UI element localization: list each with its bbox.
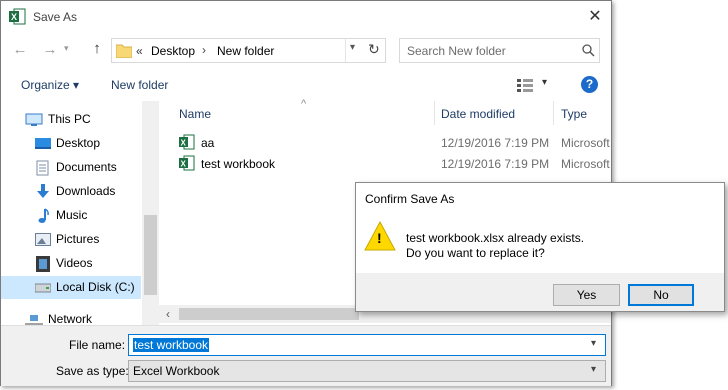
file-name-input[interactable]: test workbook ▾: [128, 334, 606, 356]
recent-locations-chevron-icon[interactable]: ▾: [64, 43, 69, 54]
sidebar-item-label: Local Disk (C:): [56, 280, 135, 294]
address-bar[interactable]: « Desktop › New folder ▾ ↻: [111, 38, 386, 63]
breadcrumb-new-folder[interactable]: New folder: [217, 44, 274, 58]
confirm-save-as-dialog: Confirm Save As ! test workbook.xlsx alr…: [355, 182, 725, 312]
forward-arrow-icon[interactable]: →: [41, 41, 59, 58]
sidebar-item-videos[interactable]: Videos: [1, 252, 141, 275]
file-name: aa: [201, 136, 215, 150]
sidebar-item-label: Downloads: [56, 184, 116, 198]
search-input[interactable]: Search New folder: [407, 44, 506, 58]
sidebar-item-label: This PC: [48, 112, 91, 126]
toolbar: Organize ▾ New folder ▾ ?: [1, 71, 611, 101]
address-dropdown-icon[interactable]: ▾: [350, 42, 355, 53]
save-form: File name: test workbook ▾ Save as type:…: [1, 325, 611, 386]
sidebar-item-label: Videos: [56, 256, 93, 270]
save-as-type-value: Excel Workbook: [133, 364, 220, 378]
refresh-icon[interactable]: ↻: [368, 41, 380, 58]
sidebar-scrollbar[interactable]: [142, 101, 159, 325]
horizontal-scrollbar-thumb[interactable]: [179, 308, 359, 320]
warning-icon-glyph: !: [377, 230, 382, 246]
svg-text:X: X: [11, 12, 17, 22]
sidebar-item-label: Pictures: [56, 232, 100, 246]
file-date: 12/19/2016 7:19 PM: [441, 157, 550, 171]
save-as-type-dropdown-icon[interactable]: ▾: [591, 364, 596, 375]
disk-icon: [35, 283, 51, 293]
search-box[interactable]: Search New folder: [399, 38, 600, 63]
sidebar-item-downloads[interactable]: Downloads: [1, 180, 141, 203]
pictures-icon: [35, 233, 51, 246]
file-name-dropdown-icon[interactable]: ▾: [591, 338, 596, 349]
network-icon: [25, 315, 43, 325]
file-type: Microsoft: [561, 157, 610, 171]
sidebar-item-label: Network: [48, 312, 93, 325]
file-date: 12/19/2016 7:19 PM: [441, 136, 550, 150]
sidebar-item-label: Documents: [56, 160, 117, 174]
column-type[interactable]: Type: [561, 107, 587, 125]
file-row[interactable]: X aa 12/19/2016 7:19 PM Microsoft: [179, 133, 611, 155]
sidebar-item-music[interactable]: Music: [1, 204, 141, 227]
sidebar-item-pictures[interactable]: Pictures: [1, 228, 141, 251]
sort-ascending-icon: ^: [301, 98, 307, 110]
title-bar: X Save As ✕: [1, 1, 611, 33]
excel-file-icon: X: [179, 155, 195, 171]
navigation-pane: This PC Desktop Documents Downloads Musi…: [1, 101, 159, 325]
music-icon: [38, 208, 49, 223]
file-name-label: File name:: [69, 338, 126, 352]
yes-button[interactable]: Yes: [553, 284, 620, 306]
search-icon[interactable]: [582, 44, 595, 57]
sidebar-item-local-disk[interactable]: Local Disk (C:): [1, 276, 141, 299]
desktop-icon: [35, 138, 51, 149]
monitor-icon: [25, 113, 43, 126]
close-button[interactable]: ✕: [581, 5, 609, 29]
file-type: Microsoft: [561, 136, 610, 150]
sidebar-item-desktop[interactable]: Desktop: [1, 132, 141, 155]
overflow-chevron-icon[interactable]: «: [136, 44, 143, 58]
view-dropdown-icon[interactable]: ▾: [542, 77, 547, 88]
dialog-message-line2: Do you want to replace it?: [406, 246, 545, 260]
svg-text:X: X: [181, 160, 187, 169]
column-name[interactable]: Name: [179, 107, 211, 125]
videos-icon: [36, 256, 50, 272]
no-button[interactable]: No: [628, 284, 694, 306]
documents-icon: [36, 160, 49, 176]
save-as-type-label: Save as type:: [56, 364, 129, 378]
organize-button[interactable]: Organize ▾: [21, 78, 79, 92]
svg-text:X: X: [181, 139, 187, 148]
file-name: test workbook: [201, 157, 276, 171]
excel-file-icon: X: [179, 134, 195, 150]
sidebar-item-label: Desktop: [56, 136, 101, 150]
sidebar-scrollbar-thumb[interactable]: [144, 215, 157, 295]
help-icon[interactable]: ?: [581, 76, 598, 93]
file-row[interactable]: X test workbook 12/19/2016 7:19 PM Micro…: [179, 154, 611, 176]
window-title: Save As: [33, 10, 78, 24]
breadcrumb-desktop[interactable]: Desktop: [151, 44, 195, 58]
save-as-type-select[interactable]: Excel Workbook ▾: [128, 360, 606, 382]
downloads-icon: [37, 184, 49, 198]
sidebar-item-network[interactable]: Network: [1, 308, 141, 325]
back-arrow-icon[interactable]: ←: [11, 41, 29, 58]
sidebar-item-documents[interactable]: Documents: [1, 156, 141, 179]
sidebar-item-this-pc[interactable]: This PC: [1, 108, 141, 131]
address-divider: [345, 39, 346, 62]
breadcrumb-separator[interactable]: ›: [202, 43, 206, 57]
column-divider[interactable]: [434, 101, 435, 125]
dialog-title: Confirm Save As: [365, 192, 455, 206]
folder-icon: [116, 44, 132, 58]
dialog-button-bar: Yes No: [356, 273, 724, 311]
dialog-message-line1: test workbook.xlsx already exists.: [406, 231, 585, 245]
file-name-value: test workbook: [133, 338, 210, 352]
column-divider[interactable]: [553, 101, 554, 125]
excel-icon: X: [9, 8, 26, 25]
column-date-modified[interactable]: Date modified: [441, 107, 515, 125]
view-options-icon[interactable]: [517, 78, 533, 92]
sidebar-item-label: Music: [56, 208, 88, 222]
new-folder-button[interactable]: New folder: [111, 78, 168, 92]
up-arrow-icon[interactable]: ↑: [88, 40, 106, 57]
scroll-left-icon[interactable]: ‹: [166, 307, 170, 321]
